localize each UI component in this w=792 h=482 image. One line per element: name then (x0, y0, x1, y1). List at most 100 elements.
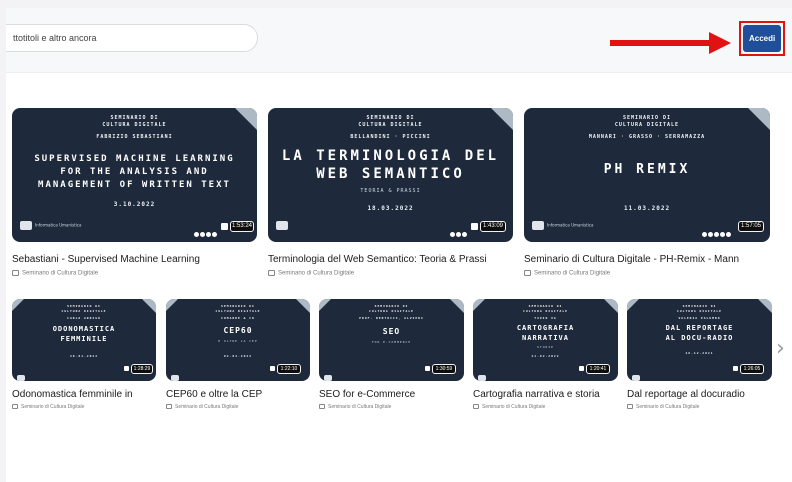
thumbnail-title: PH REMIX (603, 162, 691, 177)
channel-name[interactable]: Seminario di Cultura Digitale (319, 404, 391, 410)
thumbnail-subtitle: E OLTRE LA CEP (218, 339, 258, 343)
thumbnail-title: SEO (382, 327, 401, 336)
video-thumbnail[interactable]: SEMINARIO DI CULTURA DIGITALE VALERIA PA… (627, 299, 772, 381)
thumbnail-title: AL DOCU-RADIO (665, 334, 734, 342)
thumbnail-kicker: CULTURA DIGITALE (358, 122, 423, 128)
thumbnail-speakers: MANNARI · GRASSO · SERRAMAZZA (588, 134, 706, 140)
next-chevron-icon[interactable]: › (776, 336, 785, 361)
thumbnail-kicker: SEMINARIO DI (366, 115, 415, 121)
duration-badge: 1:43:09 (480, 221, 506, 232)
page: ttotitoli e altro ancora Accedi SEMINARI… (6, 8, 792, 482)
video-title[interactable]: Dal reportage al docuradio (627, 389, 777, 400)
thumbnail-kicker: SEMINARIO DI (374, 304, 409, 308)
thumbnail-speakers: VALERIA PALUMBO (678, 316, 721, 320)
video-camera-icon (579, 366, 584, 371)
channel-name[interactable]: Seminario di Cultura Digitale (268, 270, 354, 277)
logo-text: Informatica Umanistica (35, 222, 82, 228)
video-thumbnail[interactable]: SEMINARIO DI CULTURA DIGITALE COMANDE & … (166, 299, 310, 381)
video-title[interactable]: Sebastiani - Supervised Machine Learning (12, 254, 262, 265)
thumbnail-subtitle: STORIE (537, 345, 554, 349)
thumbnail-kicker: CULTURA DIGITALE (61, 309, 107, 313)
video-title[interactable]: Odonomastica femminile in (12, 389, 160, 400)
thumbnail-title: FEMMINILE (60, 335, 108, 343)
login-button[interactable]: Accedi (743, 25, 781, 52)
annotation-arrow-line (610, 40, 710, 46)
thumbnail-date: 3.10.2022 (113, 201, 156, 208)
duration-badge: 1:28:29 (131, 364, 153, 374)
channel-name[interactable]: Seminario di Cultura Digitale (524, 270, 610, 277)
thumbnail-title: DAL REPORTAGE (665, 324, 734, 332)
duration-badge: 1:22:10 (277, 364, 301, 374)
playlist-icon (268, 270, 275, 276)
video-card[interactable]: SEMINARIO DI CULTURA DIGITALE PROF. BERT… (319, 299, 469, 439)
thumbnail-title: SUPERVISED MACHINE LEARNING (34, 154, 235, 164)
video-camera-icon (425, 366, 430, 371)
thumbnail-subtitle: FOR E-COMMERCE (371, 340, 412, 344)
thumbnail-title: CARTOGRAFIA (516, 324, 575, 332)
video-title[interactable]: CEP60 e oltre la CEP (166, 389, 314, 400)
thumbnail-kicker: SEMINARIO DI (622, 115, 672, 121)
channel-name[interactable]: Seminario di Cultura Digitale (166, 404, 238, 410)
channel-name[interactable]: Seminario di Cultura Digitale (627, 404, 699, 410)
thumbnail-speakers: PROF. BERTOCCI, ALVIERI (359, 316, 424, 320)
video-title[interactable]: Seminario di Cultura Digitale - PH-Remix… (524, 254, 778, 265)
video-card[interactable]: SEMINARIO DI CULTURA DIGITALE MANNARI · … (524, 108, 778, 298)
channel-name[interactable]: Seminario di Cultura Digitale (12, 270, 98, 277)
video-title[interactable]: Terminologia del Web Semantico: Teoria &… (268, 254, 520, 265)
thumbnail-date: 20.01.2022 (69, 354, 99, 358)
channel-name[interactable]: Seminario di Cultura Digitale (12, 404, 84, 410)
video-title[interactable]: SEO for e-Commerce (319, 389, 469, 400)
video-camera-icon (221, 223, 228, 230)
thumbnail-subtitle: TEORIA & PRASSI (360, 188, 421, 194)
thumbnail-kicker: SEMINARIO DI (67, 304, 101, 308)
duration-badge: 1:57:05 (738, 221, 764, 232)
duration-badge: 1:20:41 (586, 364, 610, 374)
annotation-arrow-head (709, 32, 731, 54)
thumbnail-title: LA TERMINOLOGIA DEL (281, 148, 500, 164)
top-bar: ttotitoli e altro ancora Accedi (6, 8, 792, 73)
channel-name[interactable]: Seminario di Cultura Digitale (473, 404, 545, 410)
video-thumbnail[interactable]: SEMINARIO DI CULTURA DIGITALE MANNARI · … (524, 108, 770, 242)
video-card[interactable]: SEMINARIO DI CULTURA DIGITALE CARLO ARRI… (12, 299, 160, 439)
thumbnail-kicker: SEMINARIO DI (221, 304, 255, 308)
logo-text: Informatica Umanistica (547, 222, 594, 228)
playlist-icon (12, 404, 18, 410)
thumbnail-kicker: CULTURA DIGITALE (614, 122, 680, 128)
playlist-icon (524, 270, 531, 276)
thumbnail-speakers: BELLANDINI · PICCINI (350, 134, 431, 140)
university-logo (276, 221, 288, 230)
playlist-icon (627, 404, 633, 410)
thumbnail-title: ODONOMASTICA (52, 325, 116, 333)
video-camera-icon (270, 366, 275, 371)
thumbnail-title: CEP60 (223, 326, 253, 335)
thumbnail-kicker: CULTURA DIGITALE (523, 309, 568, 313)
video-card[interactable]: SEMINARIO DI CULTURA DIGITALE BELLANDINI… (268, 108, 520, 298)
video-thumbnail[interactable]: SEMINARIO DI CULTURA DIGITALE CARLO ARRI… (12, 299, 156, 381)
thumbnail-title: FOR THE ANALYSIS AND (60, 167, 209, 177)
playlist-icon (166, 404, 172, 410)
video-card[interactable]: SEMINARIO DI CULTURA DIGITALE FABRIZIO S… (12, 108, 262, 298)
thumbnail-kicker: SEMINARIO DI (528, 304, 563, 308)
video-camera-icon (733, 366, 738, 371)
duration-badge: 1:26:05 (740, 364, 764, 374)
thumbnail-kicker: SEMINARIO DI (110, 115, 159, 121)
thumbnail-date: 02.02.2022 (223, 354, 253, 358)
university-logo (17, 367, 25, 381)
video-thumbnail[interactable]: SEMINARIO DI CULTURA DIGITALE BELLANDINI… (268, 108, 513, 242)
video-thumbnail[interactable]: SEMINARIO DI CULTURA DIGITALE PROF. BERT… (319, 299, 464, 381)
video-thumbnail[interactable]: SEMINARIO DI CULTURA DIGITALE FABRIZIO S… (12, 108, 257, 242)
video-title[interactable]: Cartografia narrativa e storia (473, 389, 623, 400)
thumbnail-title: NARRATIVA (522, 334, 569, 342)
thumbnail-date: 11.03.2022 (623, 205, 671, 212)
video-card[interactable]: SEMINARIO DI CULTURA DIGITALE VALERIA PA… (627, 299, 777, 439)
thumbnail-date: 21.02.2022 (531, 354, 560, 358)
thumbnail-date: 18.03.2022 (367, 205, 414, 212)
thumbnail-kicker: CULTURA DIGITALE (215, 309, 261, 313)
search-input[interactable]: ttotitoli e altro ancora (6, 24, 258, 52)
license-icons (450, 224, 468, 242)
video-card[interactable]: SEMINARIO DI CULTURA DIGITALE COMANDE & … (166, 299, 314, 439)
university-logo: Informatica Umanistica (532, 221, 593, 230)
video-card[interactable]: SEMINARIO DI CULTURA DIGITALE TIZIO VG C… (473, 299, 623, 439)
thumbnail-kicker: CULTURA DIGITALE (369, 309, 414, 313)
video-thumbnail[interactable]: SEMINARIO DI CULTURA DIGITALE TIZIO VG C… (473, 299, 618, 381)
